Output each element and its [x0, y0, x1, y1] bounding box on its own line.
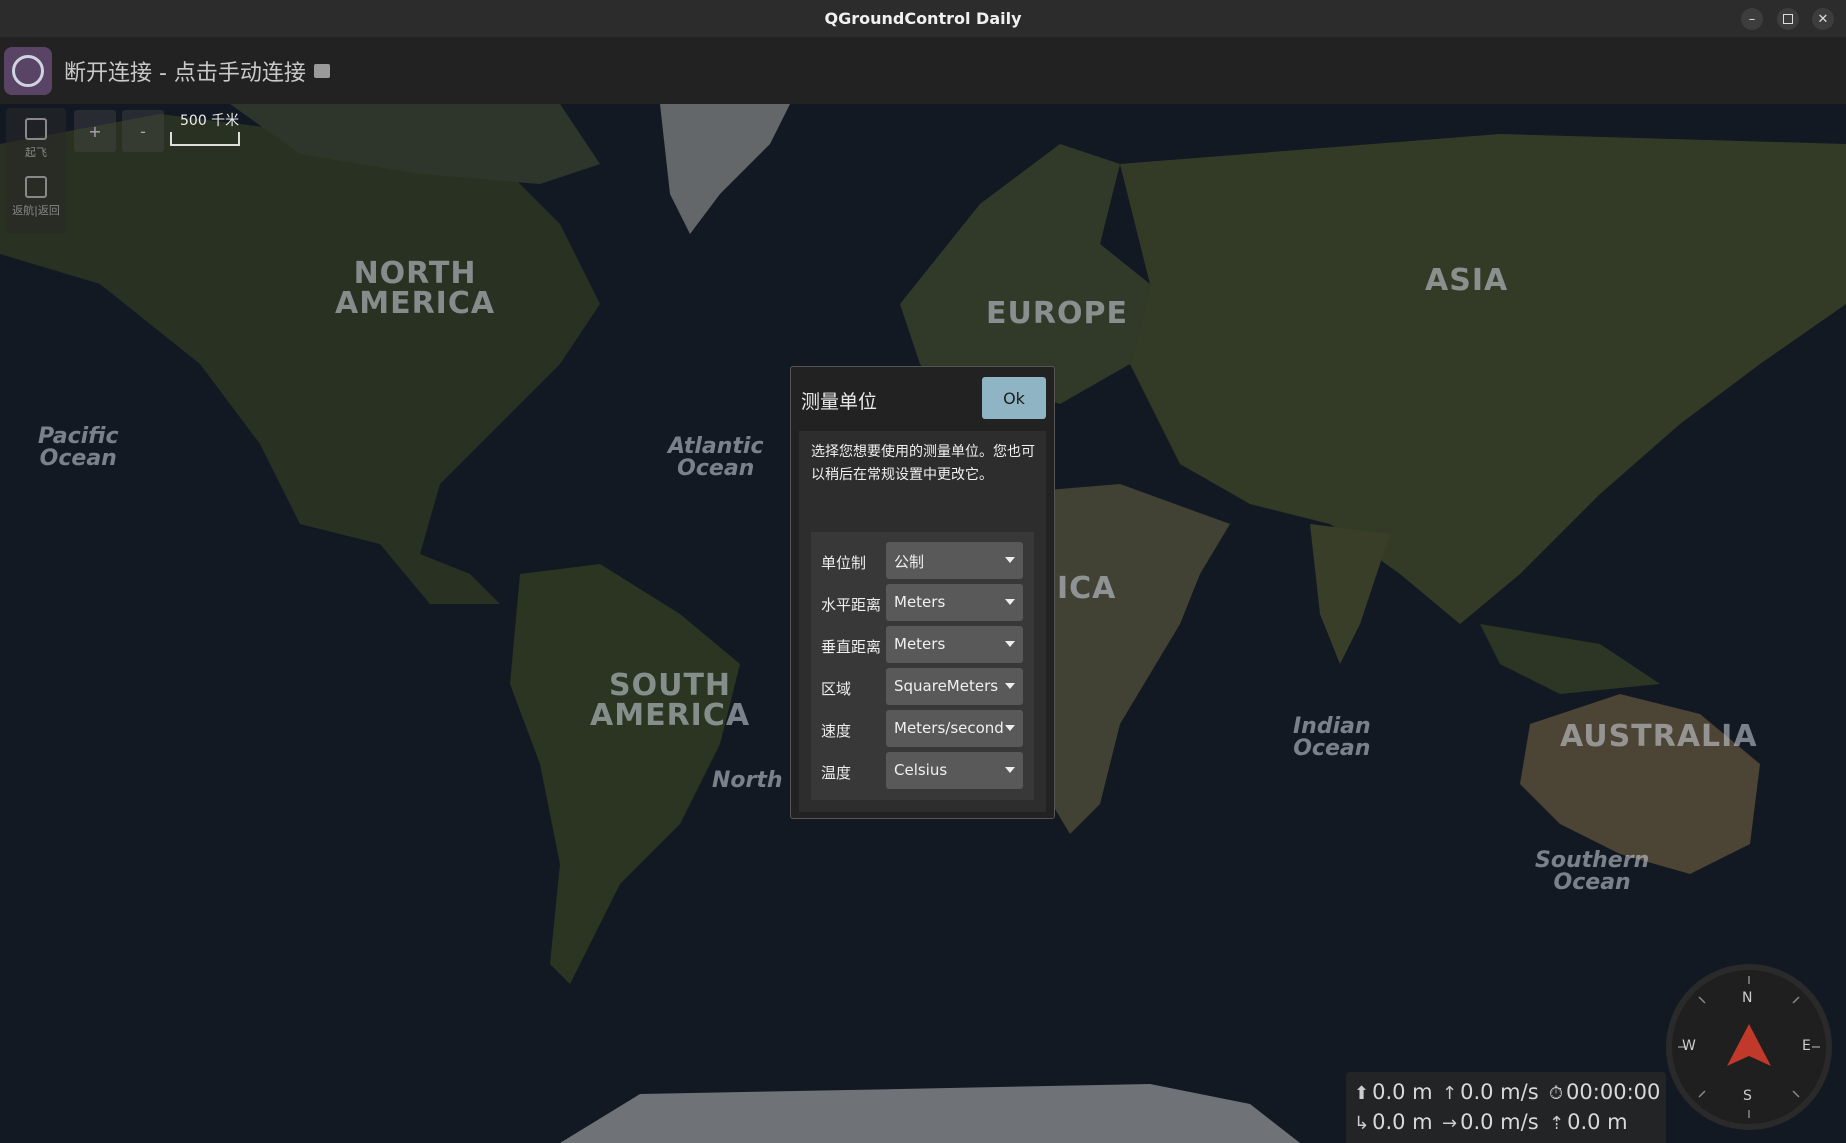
home-distance-value: 0.0 m	[1567, 1110, 1628, 1134]
temperature-value: Celsius	[894, 761, 948, 779]
altitude-arrow-icon: ⬆	[1354, 1083, 1370, 1104]
altitude-readout: ⬆ 0.0 m	[1354, 1080, 1433, 1104]
window-titlebar: QGroundControl Daily – ✕	[0, 0, 1846, 37]
dialog-title: 测量单位	[801, 391, 878, 413]
dialog-body: 选择您想要使用的测量单位。您也可以稍后在常规设置中更改它。 单位制 公制 水平距…	[799, 431, 1046, 812]
vertical-distance-value: Meters	[894, 635, 946, 653]
temperature-select[interactable]: Celsius	[886, 752, 1023, 789]
telemetry-panel[interactable]: ⬆ 0.0 m ↑ 0.0 m/s ⏱ 00:00:00 ↳ 0.0 m → 0.0 m/…	[1346, 1072, 1666, 1143]
minimize-icon: –	[1748, 11, 1756, 27]
horizontal-distance-value: Meters	[894, 593, 946, 611]
vertical-speed-readout: ↑ 0.0 m/s	[1442, 1080, 1539, 1104]
chevron-down-icon	[1005, 641, 1015, 647]
map-label-australia: AUSTRALIA	[1560, 719, 1758, 754]
unit-system-label: 单位制	[821, 554, 867, 572]
speed-select[interactable]: Meters/second	[886, 710, 1023, 747]
horizontal-speed-value: 0.0 m/s	[1460, 1110, 1539, 1134]
units-settings-panel: 单位制 公制 水平距离 Meters 垂直距离 Meters 区域 Square…	[811, 532, 1034, 800]
minimize-button[interactable]: –	[1741, 8, 1763, 30]
altitude-value: 0.0 m	[1372, 1080, 1433, 1104]
horizontal-speed-icon: →	[1442, 1113, 1458, 1134]
area-label: 区域	[821, 680, 852, 698]
scale-bar	[170, 132, 240, 146]
takeoff-button[interactable]: 起飞	[6, 118, 66, 160]
map-label-southern: Southern Ocean	[1535, 848, 1650, 895]
map-label-africa: ICA	[1057, 571, 1117, 606]
area-value: SquareMeters	[894, 677, 999, 695]
connection-status[interactable]: 断开连接 - 点击手动连接	[64, 55, 306, 87]
map-label-europe: EUROPE	[986, 296, 1128, 331]
stopwatch-icon: ⏱	[1549, 1083, 1564, 1104]
flight-time-readout: ⏱ 00:00:00	[1549, 1080, 1660, 1104]
home-distance-readout: ⇡ 0.0 m	[1549, 1110, 1628, 1134]
vertical-distance-label: 垂直距离	[821, 638, 882, 656]
compass-widget: N E S W	[1666, 964, 1832, 1130]
return-label: 返航|返回	[12, 204, 60, 217]
dialog-description: 选择您想要使用的测量单位。您也可以稍后在常规设置中更改它。	[811, 444, 1035, 483]
distance-readout: ↳ 0.0 m	[1354, 1110, 1433, 1134]
zoom-in-button[interactable]: +	[74, 110, 116, 152]
map-label-north-america: NORTH AMERICA	[335, 256, 496, 321]
vertical-distance-row: 垂直距离 Meters	[821, 626, 1026, 664]
return-icon	[25, 176, 47, 198]
scale-label: 500 千米	[180, 113, 240, 129]
units-dialog: 测量单位 Ok 选择您想要使用的测量单位。您也可以稍后在常规设置中更改它。 单位…	[790, 366, 1055, 819]
chevron-down-icon	[1005, 725, 1015, 731]
map-label-indian: Indian Ocean	[1293, 714, 1371, 761]
horizontal-distance-label: 水平距离	[821, 596, 882, 614]
speed-value: Meters/second	[894, 719, 1004, 737]
temperature-row: 温度 Celsius	[821, 752, 1026, 790]
close-button[interactable]: ✕	[1812, 8, 1834, 30]
chevron-down-icon	[1005, 767, 1015, 773]
qgc-menu-button[interactable]	[4, 46, 52, 95]
unit-system-row: 单位制 公制	[821, 542, 1026, 580]
map-label-south-america: SOUTH AMERICA	[590, 668, 751, 733]
chevron-down-icon	[1005, 683, 1015, 689]
horizontal-speed-readout: → 0.0 m/s	[1442, 1110, 1539, 1134]
vertical-distance-select[interactable]: Meters	[886, 626, 1023, 663]
temperature-label: 温度	[821, 764, 852, 782]
map-label-asia: ASIA	[1425, 263, 1509, 298]
plan-toolstrip: 起飞 返航|返回	[6, 108, 66, 233]
vertical-speed-value: 0.0 m/s	[1460, 1080, 1539, 1104]
compass-e: E	[1802, 1038, 1811, 1054]
map-scale: 500 千米	[170, 110, 240, 146]
ok-button[interactable]: Ok	[982, 377, 1046, 419]
main-toolbar: 断开连接 - 点击手动连接	[0, 37, 1846, 104]
maximize-icon	[1783, 14, 1793, 24]
distance-value: 0.0 m	[1372, 1110, 1433, 1134]
chevron-down-icon	[1005, 557, 1015, 563]
takeoff-label: 起飞	[25, 146, 47, 159]
speed-row: 速度 Meters/second	[821, 710, 1026, 748]
horizontal-distance-row: 水平距离 Meters	[821, 584, 1026, 622]
chevron-down-icon	[1005, 599, 1015, 605]
unit-system-select[interactable]: 公制	[886, 542, 1023, 579]
compass-n: N	[1742, 990, 1753, 1006]
close-icon: ✕	[1817, 11, 1829, 27]
return-button[interactable]: 返航|返回	[6, 176, 66, 218]
map-label-north: North	[712, 768, 783, 793]
distance-arrow-icon: ↳	[1354, 1113, 1370, 1134]
flight-time-value: 00:00:00	[1566, 1080, 1661, 1104]
area-select[interactable]: SquareMeters	[886, 668, 1023, 705]
qgc-logo-icon	[12, 54, 44, 87]
home-distance-icon: ⇡	[1549, 1113, 1565, 1134]
window-title: QGroundControl Daily	[824, 9, 1022, 28]
zoom-out-button[interactable]: -	[122, 110, 164, 152]
map-label-atlantic: Atlantic Ocean	[668, 434, 764, 481]
message-icon[interactable]	[313, 63, 330, 78]
compass-w: W	[1682, 1038, 1696, 1054]
compass-s: S	[1743, 1088, 1752, 1104]
vertical-speed-icon: ↑	[1442, 1083, 1458, 1104]
area-row: 区域 SquareMeters	[821, 668, 1026, 706]
maximize-button[interactable]	[1777, 8, 1799, 30]
horizontal-distance-select[interactable]: Meters	[886, 584, 1023, 621]
speed-label: 速度	[821, 722, 852, 740]
unit-system-value: 公制	[894, 553, 925, 571]
map-label-pacific: Pacific Ocean	[38, 424, 119, 471]
takeoff-icon	[25, 118, 47, 140]
compass-pointer-icon	[1727, 1024, 1771, 1066]
